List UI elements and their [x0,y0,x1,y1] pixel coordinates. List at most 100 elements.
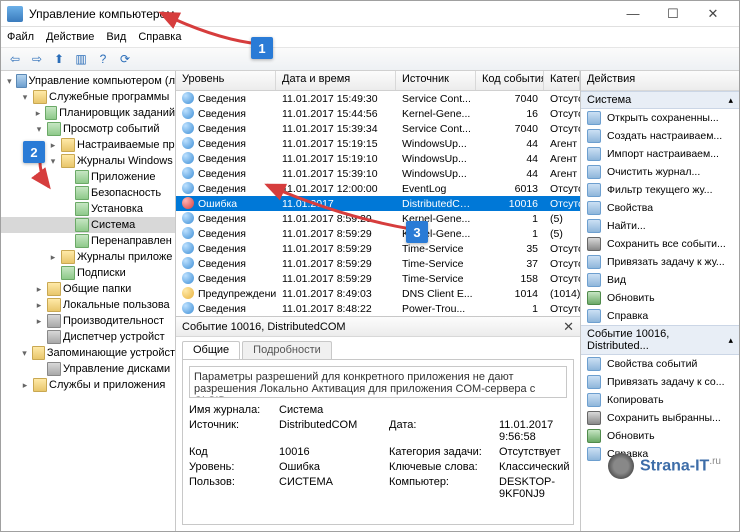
table-row[interactable]: Сведения11.01.2017 15:19:10WindowsUp...4… [176,151,580,166]
table-row[interactable]: Сведения11.01.2017 15:44:56Kernel-Gene..… [176,106,580,121]
grid-header[interactable]: Уровень Дата и время Источник Код событи… [176,71,580,91]
user-label: Пользов: [189,476,279,500]
tree-item[interactable]: ▸Журналы приложе [1,249,175,265]
table-row[interactable]: Сведения11.01.2017 8:59:29Kernel-Gene...… [176,226,580,241]
up-icon[interactable]: ⬆ [49,49,69,69]
col-level[interactable]: Уровень [176,71,276,90]
tree-item[interactable]: Безопасность [1,185,175,201]
table-row[interactable]: Сведения11.01.2017 8:59:29Time-Service37… [176,256,580,271]
action-item[interactable]: Обновить [581,427,739,445]
menu-view[interactable]: Вид [106,31,126,43]
table-row[interactable]: Сведения11.01.2017 15:19:15WindowsUp...4… [176,136,580,151]
action-item[interactable]: Копировать [581,391,739,409]
action-icon [587,429,601,443]
tree-item[interactable]: Установка [1,201,175,217]
annotation-badge-2: 2 [23,141,45,163]
table-row[interactable]: Сведения11.01.2017 8:59:29Time-Service35… [176,241,580,256]
navigation-tree[interactable]: ▾ Управление компьютером (л ▾Служебные п… [1,71,176,531]
table-row[interactable]: Сведения11.01.2017 8:59:29Kernel-Gene...… [176,211,580,226]
computer-label: Компьютер: [389,476,499,500]
actions-section-system[interactable]: Система▴ [581,91,739,109]
action-icon [587,411,601,425]
action-item[interactable]: Открыть сохраненны... [581,109,739,127]
tree-item[interactable]: ▸Общие папки [1,281,175,297]
minimize-button[interactable]: — [613,1,653,27]
tree-item[interactable]: ▸Планировщик заданий [1,105,175,121]
action-item[interactable]: Сохранить все событи... [581,235,739,253]
action-icon [587,147,601,161]
refresh-icon[interactable]: ⟳ [115,49,135,69]
tree-item[interactable]: Диспетчер устройст [1,329,175,345]
col-source[interactable]: Источник [396,71,476,90]
action-item[interactable]: Справка [581,307,739,325]
detail-title: Событие 10016, DistributedCOM [182,321,346,333]
close-button[interactable]: ✕ [693,1,733,27]
tree-item[interactable]: Система [1,217,175,233]
action-item[interactable]: Привязать задачу к со... [581,373,739,391]
action-icon [587,375,601,389]
table-row[interactable]: Сведения11.01.2017 15:39:10WindowsUp...4… [176,166,580,181]
action-item[interactable]: Обновить [581,289,739,307]
tree-item[interactable]: ▾Служебные программы [1,89,175,105]
table-row[interactable]: Сведения11.01.2017 12:00:00EventLog6013О… [176,181,580,196]
tree-item[interactable]: Управление дисками [1,361,175,377]
tree-item[interactable]: ▸Локальные пользова [1,297,175,313]
maximize-button[interactable]: ☐ [653,1,693,27]
action-item[interactable]: Импорт настраиваем... [581,145,739,163]
table-row[interactable]: Сведения11.01.2017 8:48:22Power-Trou...1… [176,301,580,316]
gear-icon [608,453,634,479]
action-item[interactable]: Создать настраиваем... [581,127,739,145]
tree-root[interactable]: ▾ Управление компьютером (л [1,73,175,89]
action-item[interactable]: Очистить журнал... [581,163,739,181]
app-icon [7,6,23,22]
code-label: Код [189,446,279,458]
tab-general[interactable]: Общие [182,341,240,359]
code-value: 10016 [279,446,389,458]
tree-item[interactable]: ▾Просмотр событий [1,121,175,137]
forward-icon[interactable]: ⇨ [27,49,47,69]
table-row[interactable]: Сведения11.01.2017 15:49:30Service Cont.… [176,91,580,106]
tree-item[interactable]: ▸Службы и приложения [1,377,175,393]
col-category[interactable]: Категория з... [544,71,580,90]
detail-message: Параметры разрешений для конкретного при… [189,366,567,398]
action-item[interactable]: Свойства [581,199,739,217]
action-icon [587,393,601,407]
level-label: Уровень: [189,461,279,473]
tree-item[interactable]: Перенаправлен [1,233,175,249]
action-item[interactable]: Привязать задачу к жу... [581,253,739,271]
menu-help[interactable]: Справка [138,31,181,43]
menu-action[interactable]: Действие [46,31,94,43]
detail-title-bar: Событие 10016, DistributedCOM ✕ [176,317,580,337]
window-title: Управление компьютером [29,7,613,21]
table-row[interactable]: Сведения11.01.2017 8:59:29Time-Service15… [176,271,580,286]
tree-item[interactable]: Приложение [1,169,175,185]
back-icon[interactable]: ⇦ [5,49,25,69]
tree-item[interactable]: Подписки [1,265,175,281]
keywords-value: Классический [499,461,570,473]
table-row[interactable]: Ошибка11.01.2017DistributedC…10016Отсутс… [176,196,580,211]
action-item[interactable]: Свойства событий [581,355,739,373]
actions-section-event[interactable]: Событие 10016, Distributed...▴ [581,325,739,355]
action-item[interactable]: Найти... [581,217,739,235]
menu-file[interactable]: Файл [7,31,34,43]
action-icon [587,357,601,371]
show-pane-icon[interactable]: ▥ [71,49,91,69]
tree-item[interactable]: ▾Запоминающие устройст [1,345,175,361]
grid-body[interactable]: Сведения11.01.2017 15:49:30Service Cont.… [176,91,580,316]
table-row[interactable]: Предупреждение11.01.2017 8:49:03DNS Clie… [176,286,580,301]
detail-close-icon[interactable]: ✕ [563,319,574,335]
action-item[interactable]: Сохранить выбранны... [581,409,739,427]
tab-details[interactable]: Подробности [242,341,332,359]
toolbar: ⇦ ⇨ ⬆ ▥ ? ⟳ [1,47,739,71]
detail-tabs: Общие Подробности [176,337,580,359]
col-date[interactable]: Дата и время [276,71,396,90]
table-row[interactable]: Сведения11.01.2017 15:39:34Service Cont.… [176,121,580,136]
tree-item[interactable]: ▸Производительност [1,313,175,329]
col-event-id[interactable]: Код события [476,71,544,90]
help-icon[interactable]: ? [93,49,113,69]
action-item[interactable]: Фильтр текущего жу... [581,181,739,199]
source-value: DistributedCOM [279,419,389,443]
actions-header: Действия [581,71,739,91]
action-item[interactable]: Вид [581,271,739,289]
action-icon [587,183,601,197]
